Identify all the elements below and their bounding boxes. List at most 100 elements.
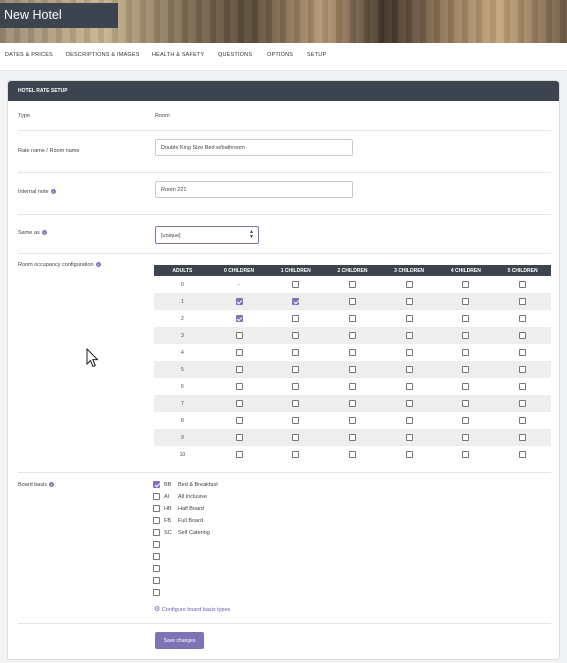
occupancy-checkbox[interactable] (292, 366, 300, 373)
occupancy-checkbox[interactable] (462, 281, 470, 288)
occupancy-checkbox[interactable] (292, 281, 300, 288)
occupancy-checkbox[interactable] (405, 366, 413, 373)
occupancy-cell (438, 378, 495, 395)
occupancy-checkbox[interactable] (462, 383, 470, 390)
occupancy-cell (324, 395, 381, 412)
occupancy-checkbox[interactable] (348, 315, 356, 322)
occupancy-checkbox[interactable] (519, 332, 527, 339)
occupancy-checkbox[interactable] (348, 383, 356, 390)
occupancy-cell (381, 378, 438, 395)
occupancy-checkbox[interactable] (405, 332, 413, 339)
tab-health-safety[interactable]: Health & Safety (152, 52, 204, 58)
occupancy-checkbox[interactable] (235, 400, 243, 407)
occupancy-checkbox[interactable] (405, 417, 413, 424)
tab-options[interactable]: Options (267, 52, 293, 58)
occupancy-checkbox[interactable] (235, 434, 243, 441)
configure-board-basis-link[interactable]: ⚙ Configure board basis types (154, 605, 230, 613)
occupancy-checkbox[interactable] (348, 281, 356, 288)
board-basis-checkbox[interactable] (153, 577, 160, 584)
occupancy-checkbox[interactable] (292, 349, 300, 356)
occupancy-checkbox[interactable] (235, 366, 243, 373)
occupancy-checkbox[interactable] (462, 315, 470, 322)
occupancy-checkbox[interactable] (348, 434, 356, 441)
occupancy-checkbox[interactable] (462, 298, 470, 305)
info-icon[interactable]: i (95, 262, 101, 268)
occupancy-checkbox[interactable] (519, 417, 527, 424)
occupancy-cell (494, 276, 551, 293)
occupancy-checkbox[interactable] (235, 383, 243, 390)
same-as-select[interactable]: [unique] ▴ ▾ (155, 226, 259, 244)
board-basis-checkbox[interactable] (153, 505, 160, 512)
occupancy-checkbox[interactable] (519, 400, 527, 407)
tab-setup[interactable]: Setup (307, 52, 326, 58)
occupancy-checkbox[interactable] (235, 298, 243, 305)
occupancy-checkbox[interactable] (519, 383, 527, 390)
occupancy-checkbox[interactable] (292, 298, 300, 305)
rate-name-input[interactable]: Double King Size Bed w/bathroom (155, 139, 353, 156)
board-basis-item: BB Bed & Breakfast (153, 481, 218, 488)
occupancy-checkbox[interactable] (348, 451, 356, 458)
board-basis-checkbox[interactable] (153, 517, 160, 524)
occupancy-checkbox[interactable] (348, 298, 356, 305)
tab-dates-prices[interactable]: Dates & Prices (5, 52, 53, 58)
occupancy-checkbox[interactable] (292, 417, 300, 424)
occupancy-cell (494, 429, 551, 446)
occupancy-checkbox[interactable] (519, 366, 527, 373)
board-basis-checkbox[interactable] (153, 589, 160, 596)
occupancy-checkbox[interactable] (519, 298, 527, 305)
occupancy-checkbox[interactable] (462, 417, 470, 424)
occupancy-checkbox[interactable] (292, 332, 300, 339)
occupancy-checkbox[interactable] (235, 332, 243, 339)
occupancy-checkbox[interactable] (348, 417, 356, 424)
occupancy-checkbox[interactable] (462, 349, 470, 356)
board-basis-checkbox[interactable] (153, 553, 160, 560)
info-icon[interactable]: i (49, 482, 55, 488)
info-icon[interactable]: i (41, 230, 47, 236)
board-basis-checkbox[interactable] (153, 565, 160, 572)
occupancy-checkbox[interactable] (405, 451, 413, 458)
board-basis-checkbox[interactable] (153, 529, 160, 536)
occupancy-checkbox[interactable] (292, 315, 300, 322)
tab-descriptions-images[interactable]: Descriptions & Images (66, 52, 140, 58)
occupancy-checkbox[interactable] (462, 400, 470, 407)
occupancy-checkbox[interactable] (235, 451, 243, 458)
internal-note-input[interactable]: Room 221 (155, 181, 353, 198)
occupancy-checkbox[interactable] (235, 315, 243, 322)
occupancy-checkbox[interactable] (348, 400, 356, 407)
occupancy-checkbox[interactable] (405, 281, 413, 288)
occupancy-checkbox[interactable] (405, 400, 413, 407)
occupancy-checkbox[interactable] (235, 417, 243, 424)
occupancy-checkbox[interactable] (235, 349, 243, 356)
occupancy-cell (324, 378, 381, 395)
board-basis-checkbox[interactable] (153, 481, 160, 488)
occupancy-checkbox[interactable] (348, 349, 356, 356)
save-changes-button[interactable]: Save changes (155, 632, 204, 649)
occupancy-checkbox[interactable] (292, 434, 300, 441)
tab-questions[interactable]: Questions (218, 52, 252, 58)
board-basis-checkbox[interactable] (153, 493, 160, 500)
info-icon[interactable]: i (50, 189, 56, 195)
occupancy-checkbox[interactable] (405, 298, 413, 305)
occupancy-checkbox[interactable] (462, 332, 470, 339)
occupancy-checkbox[interactable] (462, 366, 470, 373)
occupancy-checkbox[interactable] (348, 332, 356, 339)
occupancy-checkbox[interactable] (292, 383, 300, 390)
occupancy-checkbox[interactable] (405, 349, 413, 356)
occupancy-checkbox[interactable] (519, 349, 527, 356)
occupancy-checkbox[interactable] (292, 451, 300, 458)
occupancy-checkbox[interactable] (462, 451, 470, 458)
occupancy-checkbox[interactable] (292, 400, 300, 407)
occupancy-checkbox[interactable] (519, 434, 527, 441)
occupancy-checkbox[interactable] (405, 383, 413, 390)
occupancy-cell (211, 378, 268, 395)
occupancy-checkbox[interactable] (348, 366, 356, 373)
board-basis-checkbox[interactable] (153, 541, 160, 548)
occupancy-checkbox[interactable] (519, 315, 527, 322)
occupancy-checkbox[interactable] (405, 315, 413, 322)
occupancy-checkbox[interactable] (405, 434, 413, 441)
occupancy-cell (324, 310, 381, 327)
occupancy-checkbox[interactable] (519, 451, 527, 458)
occupancy-checkbox[interactable] (462, 434, 470, 441)
occupancy-cell (267, 293, 325, 310)
occupancy-checkbox[interactable] (519, 281, 527, 288)
